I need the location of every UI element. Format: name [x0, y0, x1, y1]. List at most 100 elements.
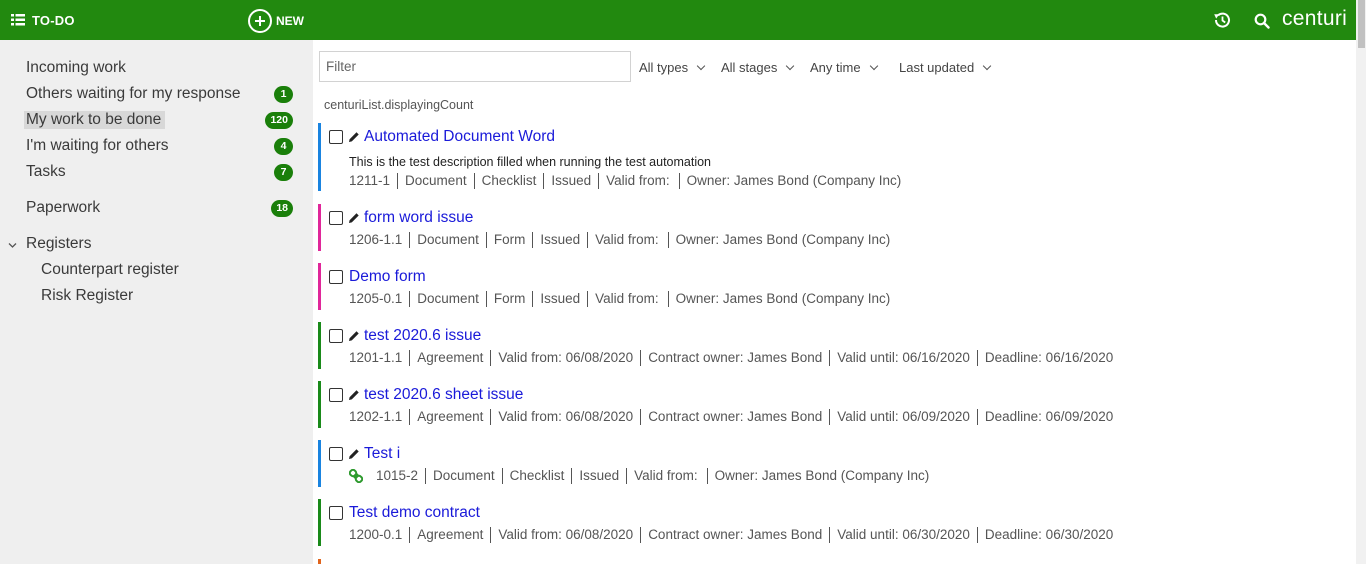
item-checkbox[interactable]	[329, 388, 343, 402]
history-icon[interactable]	[1212, 10, 1232, 30]
item-title[interactable]: Test i	[364, 445, 400, 463]
list-item[interactable]: Test i 1015-2 Document Checklist Issued …	[318, 440, 1348, 487]
sidebar-item-incoming-work[interactable]: Incoming work	[26, 59, 126, 77]
item-id: 1015-2	[376, 468, 419, 483]
scrollbar-thumb[interactable]	[1358, 0, 1365, 48]
sidebar-item-counterpart-register[interactable]: Counterpart register	[41, 261, 179, 279]
item-checkbox[interactable]	[329, 211, 343, 225]
item-valid-from: Valid from:	[587, 291, 668, 307]
item-owner: Contract owner: James Bond	[640, 409, 829, 425]
pencil-icon	[349, 132, 359, 142]
list-item[interactable]: test 2020.6 sheet issue 1202-1.1 Agreeme…	[318, 381, 1348, 428]
grid-icon[interactable]	[11, 14, 25, 26]
item-id: 1206-1.1	[349, 232, 403, 247]
new-button[interactable]: NEW	[248, 8, 304, 33]
status-stripe	[318, 381, 321, 428]
item-checkbox[interactable]	[329, 270, 343, 284]
item-id: 1202-1.1	[349, 409, 403, 424]
list-item[interactable]: Test demo contract 1200-0.1 Agreement Va…	[318, 499, 1348, 546]
item-valid-from: Valid from:	[598, 173, 679, 189]
item-type: Agreement	[409, 527, 490, 543]
item-title[interactable]: Demo form	[349, 268, 426, 286]
todo-label[interactable]: TO-DO	[32, 13, 75, 28]
item-meta: 1201-1.1 Agreement Valid from: 06/08/202…	[349, 350, 1120, 366]
list-item[interactable]: form word issue 1206-1.1 Document Form I…	[318, 204, 1348, 251]
stage-filter-dropdown[interactable]: All stages	[721, 60, 795, 75]
list-item[interactable]: Automated Document Word This is the test…	[318, 123, 1348, 191]
scrollbar-track[interactable]	[1356, 0, 1366, 564]
item-checkbox[interactable]	[329, 329, 343, 343]
sidebar-item-waiting-for-others[interactable]: I'm waiting for others	[26, 137, 169, 155]
sidebar-item-registers[interactable]: Registers	[26, 235, 91, 253]
item-description: This is the test description filled when…	[349, 155, 712, 169]
pencil-icon	[349, 213, 359, 223]
item-subtype: Checklist	[473, 173, 544, 189]
sort-dropdown[interactable]: Last updated	[899, 60, 992, 75]
item-valid-until: Valid until: 06/30/2020	[829, 527, 977, 543]
item-checkbox[interactable]	[329, 447, 343, 461]
item-owner: Contract owner: James Bond	[640, 527, 829, 543]
chevron-down-icon	[786, 61, 795, 71]
main-content: All types All stages Any time Last updat…	[313, 40, 1356, 564]
item-owner: Owner: James Bond (Company Inc)	[678, 173, 909, 189]
sidebar-item-others-waiting[interactable]: Others waiting for my response	[26, 85, 241, 103]
item-meta: 1015-2 Document Checklist Issued Valid f…	[376, 468, 936, 484]
sidebar-item-my-work[interactable]: My work to be done	[24, 111, 166, 129]
displaying-count: centuriList.displayingCount	[324, 98, 474, 112]
link-icon[interactable]	[349, 469, 363, 483]
count-badge: 7	[274, 164, 293, 181]
sort-label: Last updated	[899, 60, 975, 75]
type-filter-dropdown[interactable]: All types	[639, 60, 706, 75]
top-bar: TO-DO NEW centuri	[0, 0, 1356, 40]
sidebar-item-paperwork[interactable]: Paperwork	[26, 199, 100, 217]
status-stripe	[318, 559, 321, 564]
chevron-down-icon	[982, 61, 992, 71]
item-valid-from: Valid from:	[626, 468, 707, 484]
time-filter-dropdown[interactable]: Any time	[810, 60, 878, 75]
chevron-down-icon	[869, 61, 878, 71]
item-owner: Owner: James Bond (Company Inc)	[667, 291, 898, 307]
item-deadline: Deadline: 06/30/2020	[976, 527, 1120, 543]
item-valid-from: Valid from: 06/08/2020	[490, 350, 640, 366]
pencil-icon	[349, 449, 359, 459]
brand-logo[interactable]: centuri	[1282, 7, 1347, 31]
pencil-icon	[349, 331, 359, 341]
item-title[interactable]: Test demo contract	[349, 504, 480, 522]
stage-filter-label: All stages	[721, 60, 778, 75]
search-icon[interactable]	[1254, 13, 1270, 29]
count-badge: 1	[274, 86, 293, 103]
item-subtype: Form	[485, 291, 533, 307]
time-filter-label: Any time	[810, 60, 861, 75]
count-badge: 4	[274, 138, 293, 155]
item-owner: Contract owner: James Bond	[640, 350, 829, 366]
sidebar-item-risk-register[interactable]: Risk Register	[41, 287, 133, 305]
new-button-label: NEW	[276, 13, 304, 28]
chevron-down-icon[interactable]	[8, 241, 17, 250]
item-valid-from: Valid from:	[587, 232, 668, 248]
count-badge: 120	[265, 112, 293, 129]
item-meta: 1202-1.1 Agreement Valid from: 06/08/202…	[349, 409, 1120, 425]
item-type: Document	[397, 173, 474, 189]
item-subtype: Checklist	[501, 468, 572, 484]
item-checkbox[interactable]	[329, 506, 343, 520]
sidebar-item-tasks[interactable]: Tasks	[26, 163, 66, 181]
item-title[interactable]: Automated Document Word	[364, 128, 555, 146]
filter-input[interactable]	[319, 51, 631, 82]
sidebar: Incoming work Others waiting for my resp…	[0, 40, 313, 564]
plus-circle-icon	[248, 8, 272, 33]
list-item[interactable]: Demo form 1205-0.1 Document Form Issued …	[318, 263, 1348, 310]
item-owner: Owner: James Bond (Company Inc)	[667, 232, 898, 248]
list-item[interactable]: test 2020.6 issue 1201-1.1 Agreement Val…	[318, 322, 1348, 369]
item-type: Agreement	[409, 409, 490, 425]
item-valid-until: Valid until: 06/16/2020	[829, 350, 977, 366]
status-stripe	[318, 123, 321, 191]
item-meta: 1200-0.1 Agreement Valid from: 06/08/202…	[349, 527, 1120, 543]
item-id: 1211-1	[349, 173, 391, 188]
item-title[interactable]: form word issue	[364, 209, 473, 227]
item-valid-from: Valid from: 06/08/2020	[490, 527, 640, 543]
item-checkbox[interactable]	[329, 130, 343, 144]
item-title[interactable]: test 2020.6 sheet issue	[364, 386, 523, 404]
item-title[interactable]: test 2020.6 issue	[364, 327, 481, 345]
status-stripe	[318, 440, 321, 487]
item-type: Agreement	[409, 350, 490, 366]
